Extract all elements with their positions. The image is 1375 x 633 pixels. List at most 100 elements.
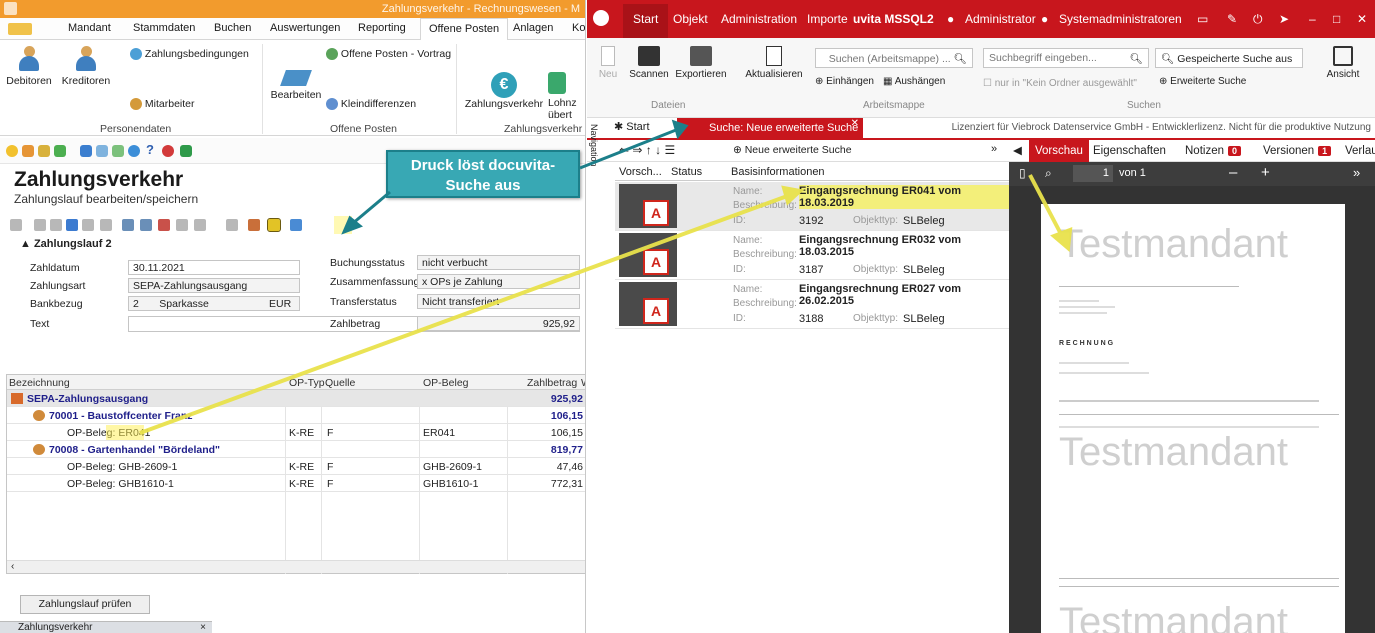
col-quelle[interactable]: Quelle	[325, 377, 355, 389]
neu-button[interactable]: Neu	[597, 46, 619, 80]
delete-icon[interactable]	[50, 219, 62, 231]
col-w[interactable]: W	[581, 377, 585, 389]
wand-icon[interactable]	[10, 219, 22, 231]
zahlungsverkehr-button[interactable]: € Zahlungsverkehr	[464, 72, 544, 110]
col-zahlbetrag[interactable]: Zahlbetrag	[527, 377, 577, 389]
sidebar-toggle-icon[interactable]: ▯	[1019, 166, 1026, 180]
blue-icon[interactable]	[80, 145, 92, 157]
run-icon[interactable]	[66, 219, 78, 231]
op-vortrag-button[interactable]: Offene Posten - Vortrag	[326, 48, 451, 61]
help-icon[interactable]: ?	[146, 142, 158, 157]
zahlungsbedingungen-button[interactable]: Zahlungsbedingungen	[130, 48, 249, 61]
tab-anlagen[interactable]: Anlagen	[513, 22, 553, 34]
table-row[interactable]: OP-Beleg: GHB1610-1 K-RE F GHB1610-1 772…	[7, 475, 585, 492]
tab-eigenschaften[interactable]: Eigenschaften	[1093, 145, 1166, 157]
mitarbeiter-button[interactable]: Mitarbeiter	[130, 98, 195, 111]
zoom-out-icon[interactable]: –	[1229, 164, 1237, 181]
zahlungsart-select[interactable]: SEPA-Zahlungsausgang	[128, 278, 300, 293]
scannen-button[interactable]: Scannen	[629, 46, 669, 80]
tab-stammdaten[interactable]: Stammdaten	[133, 22, 195, 34]
zusammenfassung-select[interactable]: x OPs je Zahlung	[417, 274, 580, 289]
back-icon[interactable]: ⇐ ⇒ ↑ ↓ ☰	[619, 143, 675, 157]
tab-vorschau[interactable]: Vorschau	[1029, 140, 1089, 162]
tab-verlauf[interactable]: Verlau	[1345, 145, 1375, 157]
lohnzahlung-button[interactable]: Lohnz übert	[548, 72, 585, 121]
debitoren-button[interactable]: Debitoren	[4, 46, 54, 87]
user-group[interactable]: Systemadministratoren	[1059, 12, 1182, 26]
col-op-beleg[interactable]: OP-Beleg	[423, 377, 469, 389]
ansicht-button[interactable]: Ansicht	[1325, 46, 1361, 80]
search-icon[interactable]: ⌕	[1045, 166, 1052, 181]
menu-start[interactable]: Start	[623, 4, 669, 38]
copy-icon[interactable]	[34, 219, 46, 231]
tab-start[interactable]: ✱ Start	[614, 120, 650, 133]
col-vorschau[interactable]: Vorsch...	[619, 166, 662, 178]
table-row[interactable]: OP-Beleg: GHB-2609-1 K-RE F GHB-2609-1 4…	[7, 458, 585, 475]
tab-notizen[interactable]: Notizen 0	[1185, 145, 1242, 157]
result-row[interactable]: A Name: Eingangsrechnung ER032 vom 18.03…	[615, 231, 1009, 280]
table-row[interactable]: 70008 - Gartenhandel "Bördeland" 819,77	[7, 441, 585, 458]
aktualisieren-button[interactable]: Aktualisieren	[743, 46, 805, 80]
col-status[interactable]: Status	[671, 166, 702, 178]
page-number-input[interactable]: 1	[1073, 165, 1113, 182]
send-icon[interactable]: ➤	[1279, 12, 1289, 26]
tab-reporting[interactable]: Reporting	[358, 22, 406, 34]
kreditoren-button[interactable]: Kreditoren	[60, 46, 112, 87]
app-menu-icon[interactable]	[8, 23, 32, 35]
einhaengen-button[interactable]: ⊕ Einhängen	[815, 76, 874, 87]
calc-icon[interactable]	[112, 145, 124, 157]
save-icon[interactable]	[290, 219, 302, 231]
report-icon[interactable]	[248, 219, 260, 231]
close-icon[interactable]: ✕	[1357, 12, 1367, 26]
user-name[interactable]: Administrator	[965, 12, 1036, 26]
chat-icon[interactable]: ▭	[1197, 12, 1208, 26]
gespeicherte-suche-select[interactable]: 🔍︎ Gespeicherte Suche aus	[1155, 48, 1303, 68]
more-icon[interactable]: »	[1353, 165, 1360, 180]
kleindifferenzen-button[interactable]: Kleindifferenzen	[326, 98, 416, 111]
green-square-icon[interactable]	[180, 145, 192, 157]
new-search-button[interactable]: ⊕ Neue erweiterte Suche	[733, 144, 852, 156]
search-icon[interactable]: 🔍︎	[954, 53, 967, 65]
move-icon[interactable]	[176, 219, 188, 231]
table-row[interactable]: OP-Beleg: ER041 K-RE F ER041 106,15	[7, 424, 585, 441]
collapse-icon[interactable]: ◀	[1013, 143, 1022, 157]
minimize-icon[interactable]: –	[1309, 12, 1316, 26]
export-icon[interactable]	[122, 219, 134, 231]
section-zahlungslauf[interactable]: ▲ Zahlungslauf 2	[20, 238, 112, 250]
expand-icon[interactable]: »	[991, 143, 997, 155]
globe-icon[interactable]	[128, 145, 140, 157]
menu-objekt[interactable]: Objekt	[673, 12, 708, 26]
nur-in-checkbox[interactable]: ☐ nur in "Kein Ordner ausgewählt"	[983, 78, 1137, 89]
smiley-icon[interactable]	[6, 145, 18, 157]
search-workspace-input[interactable]: Suchen (Arbeitsmappe) ... 🔍︎	[815, 48, 973, 68]
grid-icon[interactable]	[38, 145, 50, 157]
flag-icon[interactable]	[96, 145, 108, 157]
wrench-icon[interactable]: ✎	[1227, 12, 1237, 26]
import-icon[interactable]	[140, 219, 152, 231]
table-row[interactable]: SEPA-Zahlungsausgang 925,92	[7, 390, 585, 407]
col-op-typ[interactable]: OP-Typ	[289, 377, 325, 389]
erweiterte-suche-button[interactable]: ⊕ Erweiterte Suche	[1159, 76, 1246, 87]
tab-mandant[interactable]: Mandant	[68, 22, 111, 34]
print-icon[interactable]	[267, 218, 281, 232]
table-row[interactable]: 70001 - Baustoffcenter Franz 106,15	[7, 407, 585, 424]
result-row[interactable]: A Name: Eingangsrechnung ER027 vom 26.02…	[615, 280, 1009, 329]
tab-buchen[interactable]: Buchen	[214, 22, 251, 34]
bankbezug-field[interactable]: 2 Sparkasse EUR	[128, 296, 300, 311]
refresh-icon[interactable]	[100, 219, 112, 231]
bearbeiten-button[interactable]: Bearbeiten	[268, 70, 324, 101]
eye-icon[interactable]	[22, 145, 34, 157]
tree-icon[interactable]	[82, 219, 94, 231]
stop-icon[interactable]	[162, 145, 174, 157]
suchbegriff-input[interactable]: Suchbegriff eingeben... 🔍︎	[983, 48, 1149, 68]
document-tab[interactable]: Zahlungsverkehr ×	[0, 621, 212, 633]
zahlungslauf-pruefen-button[interactable]: Zahlungslauf prüfen	[20, 595, 150, 614]
menu-importe[interactable]: Importe	[807, 12, 848, 26]
power-icon[interactable]: ⏻	[1253, 12, 1263, 27]
col-bezeichnung[interactable]: Bezeichnung	[9, 377, 70, 389]
green-icon[interactable]	[54, 145, 66, 157]
exportieren-button[interactable]: Exportieren	[675, 46, 727, 80]
horizontal-scrollbar[interactable]: ‹	[7, 560, 585, 573]
zoom-in-icon[interactable]: +	[1261, 164, 1270, 181]
menu-administration[interactable]: Administration	[721, 12, 797, 26]
